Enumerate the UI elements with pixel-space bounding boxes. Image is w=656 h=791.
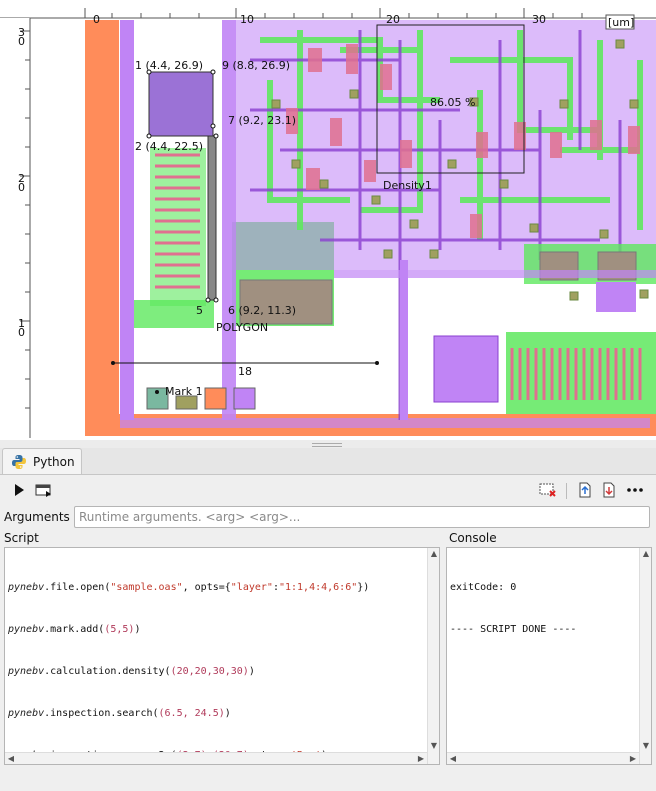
scroll-left-icon[interactable]: ◀ [447, 753, 459, 765]
ruler-x-label-10: 10 [240, 13, 254, 26]
script-toolbar [0, 475, 656, 505]
console-line-2: ---- SCRIPT DONE ---- [450, 624, 577, 635]
console-line-1: exitCode: 0 [450, 582, 517, 593]
script-line-4: pynebv.inspection.search((6.5, 24.5)) [8, 708, 231, 719]
play-icon [15, 484, 24, 496]
console-title: Console [449, 531, 497, 545]
scroll-down-icon[interactable]: ▼ [640, 740, 652, 752]
script-line-2: pynebv.mark.add((5,5)) [8, 624, 141, 635]
ruler-x-label-0: 0 [93, 13, 100, 26]
orange-strip [85, 20, 119, 436]
arguments-input[interactable] [74, 506, 650, 528]
density-percent: 86.05 % [430, 96, 475, 109]
ruler-unit-label: [um] [608, 16, 634, 29]
layout-canvas[interactable]: 1 (4.4, 26.9) 9 (8.8, 26.9) 7 (9.2, 23.1… [0, 0, 656, 440]
script-title: Script [4, 531, 39, 545]
clear-console-icon [539, 483, 556, 497]
tab-bar: Python [0, 448, 656, 475]
tab-python[interactable]: Python [2, 448, 82, 474]
swatch-purple [233, 387, 256, 410]
ruler-x-label-20: 20 [386, 13, 400, 26]
clear-console-button[interactable] [537, 479, 559, 501]
run-button[interactable] [8, 479, 30, 501]
console-vertical-scrollbar[interactable]: ▲ ▼ [639, 548, 651, 764]
run-window-button[interactable] [33, 479, 55, 501]
run-window-icon [35, 484, 51, 497]
toolbar-divider [566, 483, 567, 499]
script-line-3: pynebv.calculation.density((20,20,30,30)… [8, 666, 255, 677]
script-vertical-scrollbar[interactable]: ▲ ▼ [427, 548, 439, 764]
console-output[interactable]: exitCode: 0 ---- SCRIPT DONE ---- ▲ ▼ ◀ … [446, 547, 652, 765]
measure-label: 18 [238, 365, 252, 378]
script-editor[interactable]: pynebv.file.open("sample.oas", opts={"la… [4, 547, 440, 765]
scroll-right-icon[interactable]: ▶ [627, 753, 639, 765]
mark-label: Mark 1 [165, 385, 203, 398]
script-line-1: pynebv.file.open("sample.oas", opts={"la… [8, 582, 370, 593]
tab-python-label: Python [33, 454, 75, 469]
svg-text:0: 0 [18, 181, 25, 194]
arguments-row: Arguments [0, 505, 656, 531]
export-button[interactable] [574, 479, 596, 501]
script-horizontal-scrollbar[interactable]: ◀ ▶ [5, 752, 427, 764]
python-icon [12, 454, 26, 469]
vertex-label-2: 2 (4.4, 22.5) [135, 140, 203, 153]
polygon-label: POLYGON [216, 321, 268, 334]
vertex-label-1: 1 (4.4, 26.9) [135, 59, 203, 72]
vertex-label-6: 6 (9.2, 11.3) [228, 304, 296, 317]
svg-text:0: 0 [18, 35, 25, 48]
more-button[interactable] [624, 479, 646, 501]
import-icon [603, 482, 615, 498]
arguments-label: Arguments [4, 510, 70, 524]
import-button[interactable] [598, 479, 620, 501]
vertex-label-5: 5 [196, 304, 203, 317]
scroll-right-icon[interactable]: ▶ [415, 753, 427, 765]
layout-viewer[interactable]: 1 (4.4, 26.9) 9 (8.8, 26.9) 7 (9.2, 23.1… [0, 0, 656, 441]
ruler-left [0, 18, 30, 438]
export-icon [579, 482, 591, 498]
mark-point [155, 390, 159, 394]
ruler-x-label-30: 30 [532, 13, 546, 26]
splitter-handle[interactable] [0, 440, 656, 448]
density-label: Density1 [383, 179, 432, 192]
console-horizontal-scrollbar[interactable]: ◀ ▶ [447, 752, 639, 764]
selected-rect [148, 71, 214, 137]
vertex-label-7: 7 (9.2, 23.1) [228, 114, 296, 127]
scroll-up-icon[interactable]: ▲ [428, 548, 440, 560]
vertex-label-9: 9 (8.8, 26.9) [222, 59, 290, 72]
scroll-up-icon[interactable]: ▲ [640, 548, 652, 560]
scroll-down-icon[interactable]: ▼ [428, 740, 440, 752]
more-icon [627, 488, 643, 492]
swatch-orange [204, 387, 227, 410]
scroll-left-icon[interactable]: ◀ [5, 753, 17, 765]
svg-text:0: 0 [18, 326, 25, 339]
